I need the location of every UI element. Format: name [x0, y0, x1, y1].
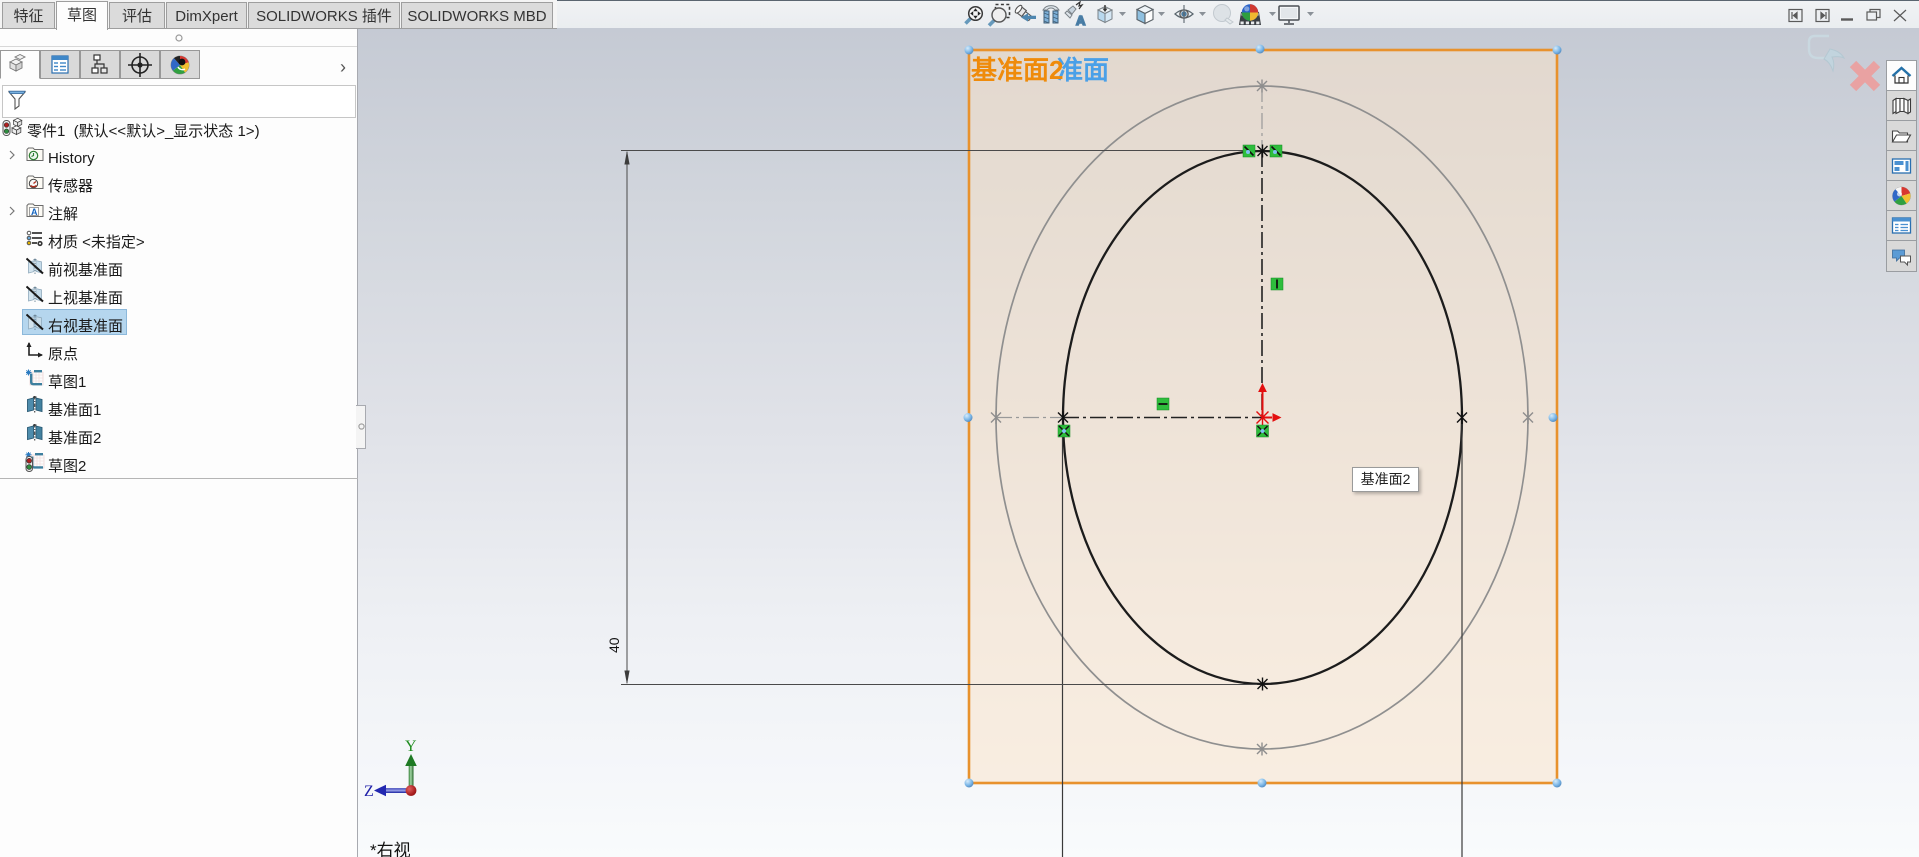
svg-text:Y: Y: [405, 738, 417, 755]
svg-text:A: A: [1076, 13, 1086, 28]
svg-text:40: 40: [604, 637, 624, 653]
svg-text:Z: Z: [364, 783, 374, 800]
